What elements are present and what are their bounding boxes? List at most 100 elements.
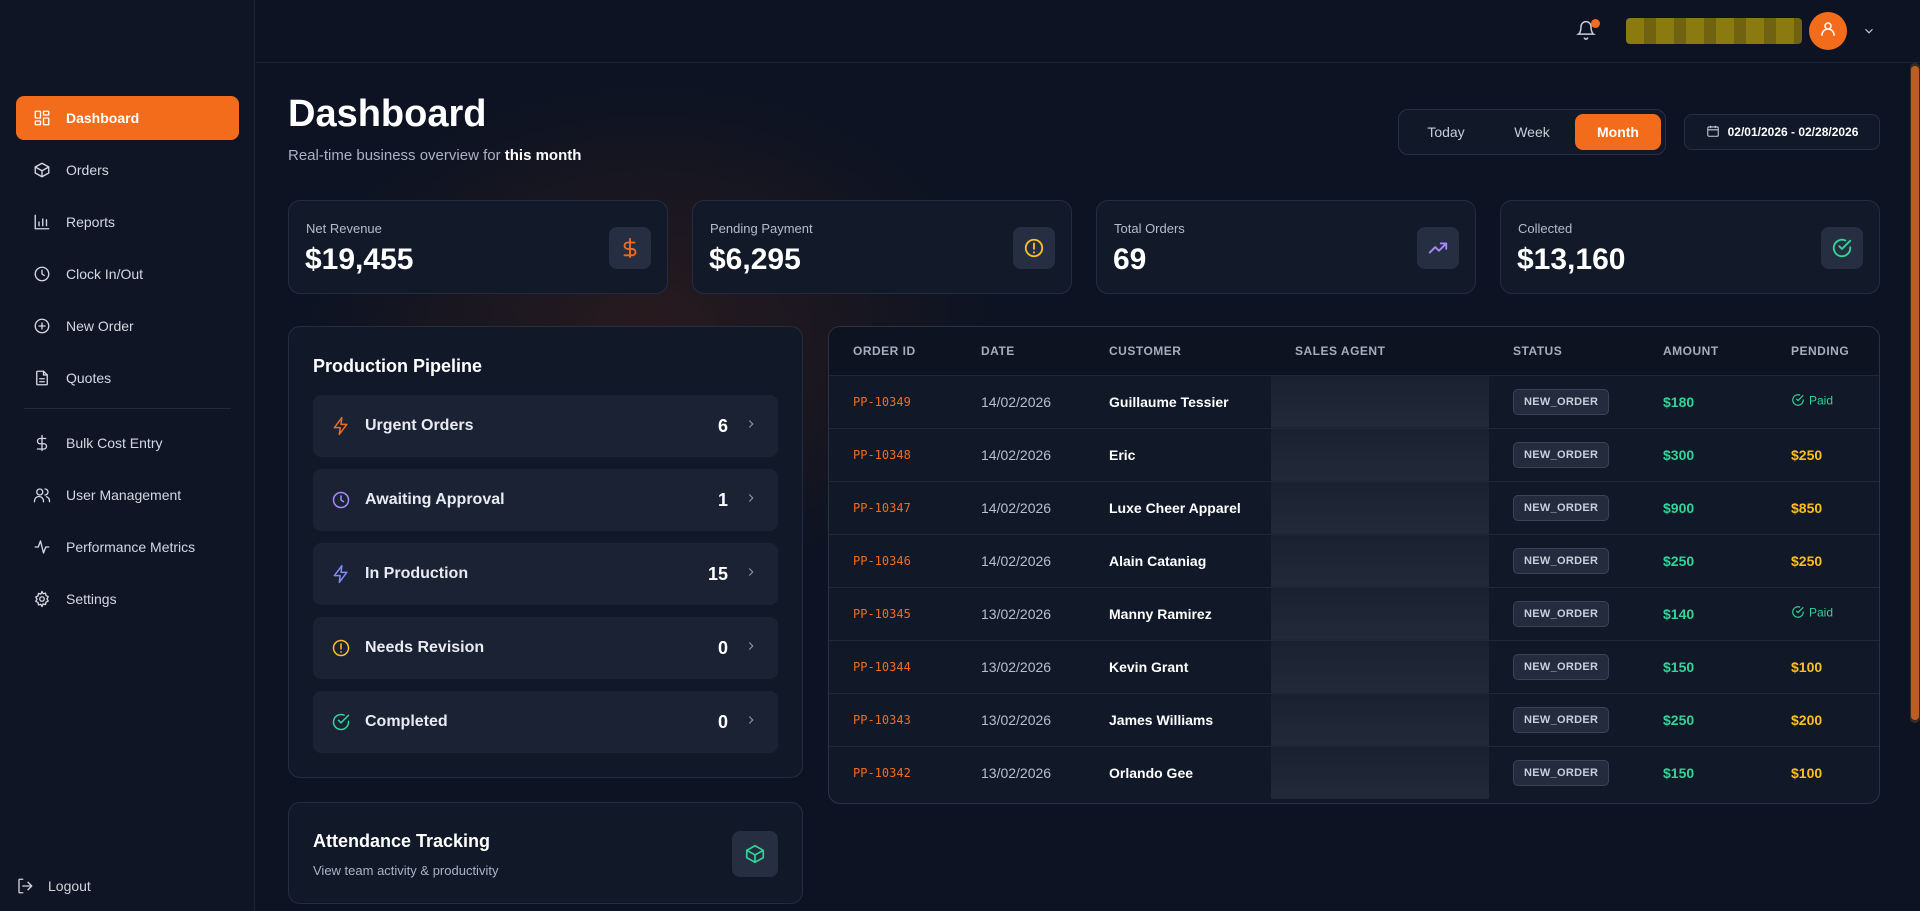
table-row[interactable]: PP-10343 13/02/2026 James Williams NEW_ORDE… bbox=[829, 693, 1879, 746]
page-title: Dashboard bbox=[288, 93, 487, 135]
range-month-button[interactable]: Month bbox=[1575, 114, 1661, 150]
customer-cell: Eric bbox=[1109, 446, 1136, 463]
amount-cell: $300 bbox=[1663, 446, 1695, 463]
pipeline-item-completed[interactable]: Completed 0 bbox=[313, 691, 778, 753]
status-cell: NEW_ORDER bbox=[1489, 534, 1639, 587]
check-circle-icon bbox=[1791, 605, 1805, 622]
sidebar-item-bulk-cost[interactable]: Bulk Cost Entry bbox=[16, 421, 239, 465]
sidebar-item-clock[interactable]: Clock In/Out bbox=[16, 252, 239, 296]
box-icon bbox=[32, 160, 52, 180]
pipeline-label: Needs Revision bbox=[365, 639, 485, 656]
panel-title: Production Pipeline bbox=[313, 356, 483, 376]
range-week-button[interactable]: Week bbox=[1489, 114, 1575, 150]
customer-cell: Guillaume Tessier bbox=[1109, 393, 1229, 410]
avatar[interactable] bbox=[1809, 12, 1847, 50]
column-header-amount[interactable]: AMOUNT bbox=[1639, 327, 1767, 375]
stat-card-net-revenue: Net Revenue $19,455 bbox=[288, 200, 668, 294]
sidebar-item-users[interactable]: User Management bbox=[16, 473, 239, 517]
column-header-customer[interactable]: CUSTOMER bbox=[1085, 327, 1271, 375]
order-id-cell[interactable]: PP-10349 bbox=[829, 375, 957, 428]
trending-up-icon bbox=[1417, 227, 1459, 269]
table-row[interactable]: PP-10348 14/02/2026 Eric NEW_ORDER $300 $250 bbox=[829, 428, 1879, 481]
attendance-tracking-card[interactable]: Attendance Tracking View team activity &… bbox=[288, 802, 803, 904]
order-id-cell[interactable]: PP-10343 bbox=[829, 693, 957, 746]
status-badge: NEW_ORDER bbox=[1513, 547, 1610, 574]
order-id-cell[interactable]: PP-10348 bbox=[829, 428, 957, 481]
topbar bbox=[256, 0, 1920, 63]
pipeline-item-needs-revision[interactable]: Needs Revision 0 bbox=[313, 617, 778, 679]
activity-icon bbox=[32, 537, 52, 557]
status-cell: NEW_ORDER bbox=[1489, 481, 1639, 534]
sidebar-item-performance[interactable]: Performance Metrics bbox=[16, 525, 239, 569]
pipeline-item-urgent[interactable]: Urgent Orders 6 bbox=[313, 395, 778, 457]
pending-value: $850 bbox=[1791, 499, 1823, 516]
clock-icon bbox=[331, 490, 351, 510]
table-row[interactable]: PP-10345 13/02/2026 Manny Ramirez NEW_ORDER… bbox=[829, 587, 1879, 640]
sidebar-item-settings[interactable]: Settings bbox=[16, 577, 239, 621]
column-header-pending[interactable]: PENDING bbox=[1767, 327, 1879, 375]
table-header-row: ORDER ID DATE CUSTOMER SALES AGENT STATU… bbox=[829, 327, 1879, 375]
column-header-status[interactable]: STATUS bbox=[1489, 327, 1639, 375]
order-id-cell[interactable]: PP-10344 bbox=[829, 640, 957, 693]
chevron-right-icon bbox=[744, 491, 758, 510]
table-row[interactable]: PP-10344 13/02/2026 Kevin Grant NEW_ORDER $1… bbox=[829, 640, 1879, 693]
alert-circle-icon bbox=[331, 638, 351, 658]
order-id-cell[interactable]: PP-10347 bbox=[829, 481, 957, 534]
sidebar-item-quotes[interactable]: Quotes bbox=[16, 356, 239, 400]
chevron-down-icon bbox=[1862, 25, 1876, 42]
amount-cell: $140 bbox=[1663, 605, 1695, 622]
pipeline-item-in-production[interactable]: In Production 15 bbox=[313, 543, 778, 605]
sidebar-item-label: User Management bbox=[66, 487, 182, 503]
sales-agent-cell-redacted bbox=[1271, 587, 1489, 640]
stat-card-collected: Collected $13,160 bbox=[1500, 200, 1880, 294]
stat-value: $6,295 bbox=[709, 243, 801, 276]
date-cell: 13/02/2026 bbox=[981, 605, 1052, 622]
range-today-button[interactable]: Today bbox=[1403, 114, 1489, 150]
status-cell: NEW_ORDER bbox=[1489, 428, 1639, 481]
pending-cell: Paid bbox=[1767, 375, 1879, 428]
user-icon bbox=[1819, 20, 1837, 43]
logout-label: Logout bbox=[48, 878, 91, 894]
customer-cell: Manny Ramirez bbox=[1109, 605, 1212, 622]
status-badge: NEW_ORDER bbox=[1513, 759, 1610, 786]
sidebar-item-dashboard[interactable]: Dashboard bbox=[16, 96, 239, 140]
sales-agent-cell-redacted bbox=[1271, 481, 1489, 534]
table-row[interactable]: PP-10349 14/02/2026 Guillaume Tessier NEW_O… bbox=[829, 375, 1879, 428]
date-cell: 14/02/2026 bbox=[981, 499, 1052, 516]
date-range-picker[interactable]: 02/01/2026 - 02/28/2026 bbox=[1684, 114, 1880, 150]
order-id-cell[interactable]: PP-10342 bbox=[829, 746, 957, 799]
pipeline-count: 1 bbox=[717, 489, 728, 510]
sidebar-item-label: Reports bbox=[66, 214, 116, 230]
chevron-right-icon bbox=[744, 565, 758, 584]
amount-cell: $250 bbox=[1663, 711, 1695, 728]
table-row[interactable]: PP-10347 14/02/2026 Luxe Cheer Apparel NEW_… bbox=[829, 481, 1879, 534]
column-header-order-id[interactable]: ORDER ID bbox=[829, 327, 957, 375]
pending-cell: $250 bbox=[1767, 428, 1879, 481]
pending-value: $100 bbox=[1791, 658, 1823, 675]
sales-agent-cell-redacted bbox=[1271, 640, 1489, 693]
status-cell: NEW_ORDER bbox=[1489, 693, 1639, 746]
sales-agent-cell-redacted bbox=[1271, 375, 1489, 428]
sidebar-item-orders[interactable]: Orders bbox=[16, 148, 239, 192]
order-id-cell[interactable]: PP-10346 bbox=[829, 534, 957, 587]
production-pipeline-panel: Production Pipeline Urgent Orders 6 Awai… bbox=[288, 326, 803, 778]
customer-cell: Alain Cataniag bbox=[1109, 552, 1207, 569]
order-id-cell[interactable]: PP-10345 bbox=[829, 587, 957, 640]
sidebar-item-reports[interactable]: Reports bbox=[16, 200, 239, 244]
gear-icon bbox=[32, 589, 52, 609]
pipeline-item-awaiting[interactable]: Awaiting Approval 1 bbox=[313, 469, 778, 531]
sales-agent-cell-redacted bbox=[1271, 534, 1489, 587]
table-row[interactable]: PP-10346 14/02/2026 Alain Cataniag NEW_ORDE… bbox=[829, 534, 1879, 587]
calendar-icon bbox=[1706, 124, 1728, 141]
notifications-button[interactable] bbox=[1576, 19, 1600, 42]
customer-cell: Luxe Cheer Apparel bbox=[1109, 499, 1241, 516]
status-badge: NEW_ORDER bbox=[1513, 441, 1610, 468]
column-header-sales-agent[interactable]: SALES AGENT bbox=[1271, 327, 1489, 375]
column-header-date[interactable]: DATE bbox=[957, 327, 1085, 375]
user-menu-toggle[interactable] bbox=[1862, 24, 1876, 38]
sidebar-item-new-order[interactable]: New Order bbox=[16, 304, 239, 348]
logout-button[interactable]: Logout bbox=[16, 871, 91, 901]
sidebar-divider bbox=[24, 408, 231, 409]
page-scrollbar-thumb[interactable] bbox=[1911, 66, 1919, 720]
table-row[interactable]: PP-10342 13/02/2026 Orlando Gee NEW_ORDER $1… bbox=[829, 746, 1879, 799]
